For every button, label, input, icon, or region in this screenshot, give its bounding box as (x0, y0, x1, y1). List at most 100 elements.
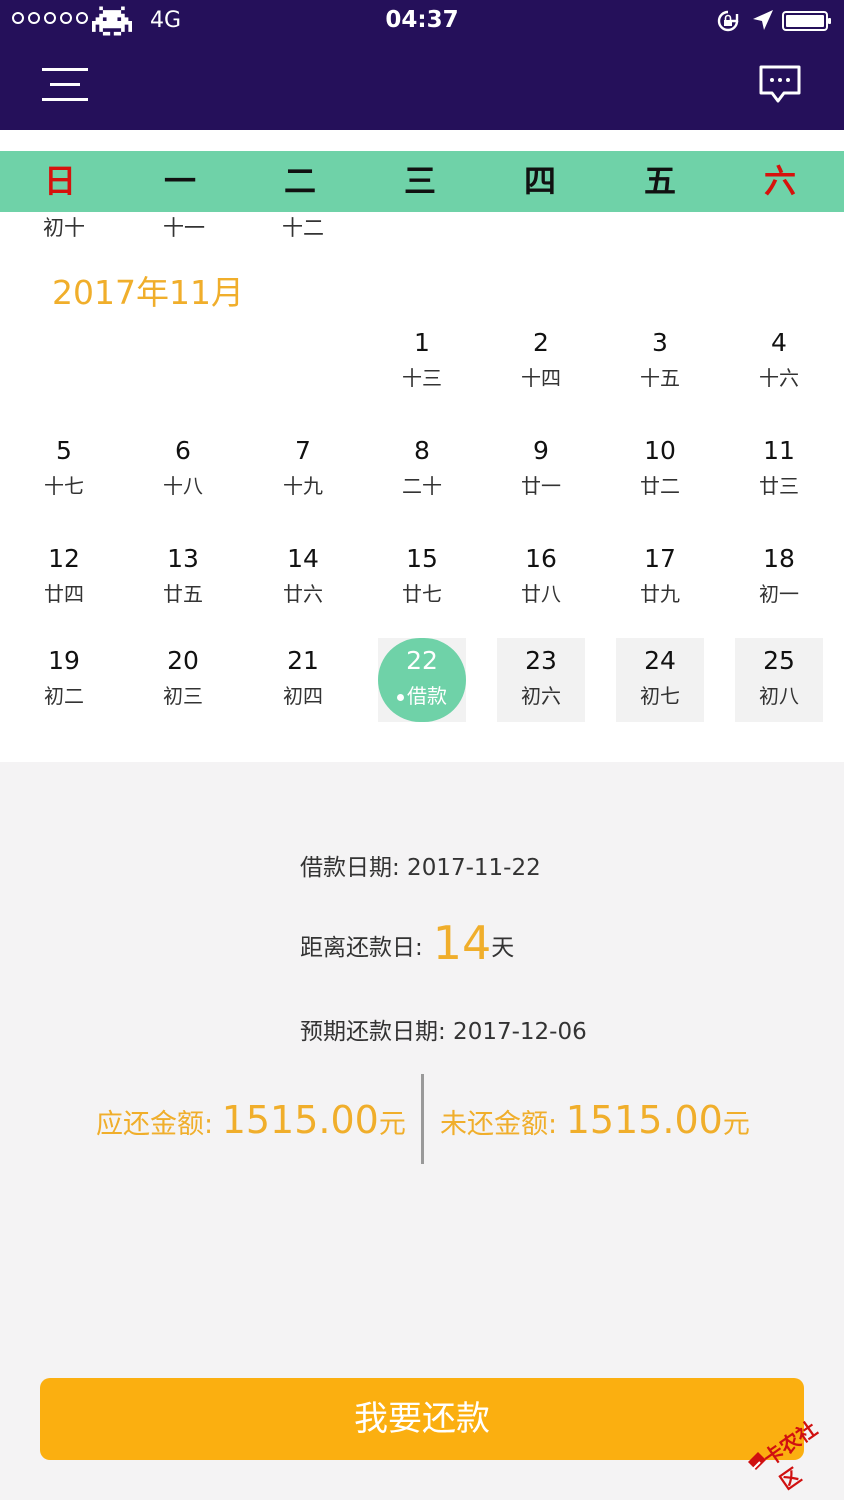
lunar-date: 廿九 (640, 582, 680, 606)
weekday-sat: 六 (763, 162, 796, 200)
day-number: 24 (644, 646, 676, 675)
lunar-date: 初八 (759, 684, 799, 708)
menu-icon[interactable] (42, 66, 88, 102)
weekday-wed: 三 (403, 162, 436, 200)
day-number: 16 (525, 544, 557, 573)
loan-marker-label: 借款 (407, 684, 447, 708)
top-bar: 4G 04:37 (0, 0, 844, 130)
day-number: 8 (414, 436, 430, 465)
calendar-day[interactable]: 16 廿八 (497, 536, 585, 620)
lunar-date: 二十 (402, 474, 442, 498)
lunar-date: 十九 (283, 474, 323, 498)
calendar-day[interactable]: 4 十六 (735, 320, 823, 404)
payable-label: 应还金额: (96, 1109, 214, 1140)
due-date: 预期还款日期: 2017-12-06 (300, 1019, 587, 1045)
loan-dot-icon (397, 694, 404, 701)
countdown-label: 距离还款日: (300, 935, 423, 961)
amounts-row: 应还金额: 1515.00元 未还金额: 1515.00元 (0, 1074, 844, 1172)
payable-amount: 应还金额: 1515.00元 (96, 1098, 406, 1142)
calendar-day[interactable]: 11 廿三 (735, 428, 823, 512)
repayment-countdown: 距离还款日: 14天 (300, 916, 514, 970)
status-bar: 4G 04:37 (0, 0, 844, 44)
day-number: 25 (763, 646, 795, 675)
lunar-date: 十四 (521, 366, 561, 390)
calendar-day[interactable]: 21 初四 (259, 638, 347, 722)
day-number: 15 (406, 544, 438, 573)
rotation-lock-icon (717, 10, 739, 32)
repay-button[interactable]: 我要还款 (40, 1378, 804, 1460)
calendar-day[interactable]: 10 廿二 (616, 428, 704, 512)
lunar-date: 十七 (44, 474, 84, 498)
day-number: 2 (533, 328, 549, 357)
day-number: 21 (287, 646, 319, 675)
calendar-day[interactable]: 9 廿一 (497, 428, 585, 512)
divider (421, 1074, 424, 1164)
calendar-day[interactable]: 15 廿七 (378, 536, 466, 620)
prev-month-lunar: 初十 (43, 216, 85, 240)
calendar-day[interactable]: 18 初一 (735, 536, 823, 620)
calendar-day[interactable]: 3 十五 (616, 320, 704, 404)
day-number: 23 (525, 646, 557, 675)
weekday-header: 日 一 二 三 四 五 六 (0, 151, 844, 212)
calendar-day[interactable]: 8 二十 (378, 428, 466, 512)
calendar: 日 一 二 三 四 五 六 初十 十一 十二 2017年11月 1 十三 2 十… (0, 130, 844, 762)
calendar-day[interactable]: 23 初六 (497, 638, 585, 722)
unpaid-label: 未还金额: (440, 1109, 558, 1140)
lunar-date: 廿四 (44, 582, 84, 606)
weekday-sun: 日 (43, 162, 76, 200)
lunar-date: 十五 (640, 366, 680, 390)
loan-marker: 借款 (378, 678, 466, 709)
lunar-date: 廿一 (521, 474, 561, 498)
calendar-day[interactable]: 1 十三 (378, 320, 466, 404)
lunar-date: 初一 (759, 582, 799, 606)
battery-icon (782, 11, 831, 31)
calendar-day[interactable]: 25 初八 (735, 638, 823, 722)
location-arrow-icon (753, 10, 773, 30)
calendar-day[interactable]: 13 廿五 (139, 536, 227, 620)
prev-month-lunar: 十二 (282, 216, 324, 240)
day-number: 19 (48, 646, 80, 675)
previous-month-tail: 初十 十一 十二 (0, 212, 844, 240)
day-number: 11 (763, 436, 795, 465)
calendar-day[interactable]: 7 十九 (259, 428, 347, 512)
day-number: 18 (763, 544, 795, 573)
calendar-day-selected[interactable]: 22 借款 (378, 638, 466, 722)
day-number: 22 (406, 646, 438, 675)
loan-info: 借款日期: 2017-11-22 距离还款日: 14天 预期还款日期: 2017-… (0, 762, 844, 1500)
lunar-date: 廿八 (521, 582, 561, 606)
month-title: 2017年11月 (52, 273, 244, 312)
unpaid-value: 1515.00 (565, 1098, 723, 1142)
prev-month-lunar: 十一 (163, 216, 205, 240)
calendar-day[interactable]: 14 廿六 (259, 536, 347, 620)
day-number: 6 (175, 436, 191, 465)
calendar-day[interactable]: 17 廿九 (616, 536, 704, 620)
payable-unit: 元 (378, 1109, 406, 1140)
loan-date: 借款日期: 2017-11-22 (300, 855, 541, 881)
unpaid-unit: 元 (722, 1109, 750, 1140)
lunar-date: 廿六 (283, 582, 323, 606)
weekday-fri: 五 (643, 162, 676, 200)
weekday-thu: 四 (523, 162, 556, 200)
calendar-day[interactable]: 20 初三 (139, 638, 227, 722)
message-icon[interactable] (758, 64, 802, 106)
day-number: 3 (652, 328, 668, 357)
calendar-day[interactable]: 19 初二 (20, 638, 108, 722)
day-number: 5 (56, 436, 72, 465)
calendar-day[interactable]: 12 廿四 (20, 536, 108, 620)
calendar-day[interactable]: 24 初七 (616, 638, 704, 722)
weekday-mon: 一 (163, 162, 196, 200)
unpaid-amount: 未还金额: 1515.00元 (440, 1098, 750, 1142)
lunar-date: 廿三 (759, 474, 799, 498)
payable-value: 1515.00 (221, 1098, 379, 1142)
lunar-date: 廿五 (163, 582, 203, 606)
countdown-unit: 天 (491, 935, 515, 961)
lunar-date: 十六 (759, 366, 799, 390)
day-number: 12 (48, 544, 80, 573)
lunar-date: 初六 (521, 684, 561, 708)
calendar-day[interactable]: 2 十四 (497, 320, 585, 404)
day-number: 4 (771, 328, 787, 357)
lunar-date: 十三 (402, 366, 442, 390)
calendar-day[interactable]: 6 十八 (139, 428, 227, 512)
calendar-day[interactable]: 5 十七 (20, 428, 108, 512)
lunar-date: 初三 (163, 684, 203, 708)
